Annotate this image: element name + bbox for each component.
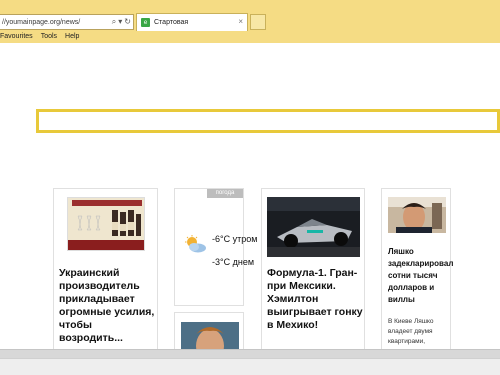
- news-description: В Киеве Ляшко владеет двумя квартирами,: [388, 318, 434, 345]
- weather-tag: погода: [207, 189, 243, 198]
- close-icon[interactable]: ×: [238, 17, 243, 26]
- menu-help[interactable]: Help: [65, 31, 79, 43]
- temperature-morning: -6°C утром: [212, 234, 258, 244]
- status-bar: [0, 358, 500, 375]
- menu-favourites[interactable]: Favourites: [0, 31, 33, 43]
- browser-chrome: //youmainpage.org/news/ ⌕ ▾ ↻ e Стартова…: [0, 0, 500, 43]
- new-tab-button[interactable]: [250, 14, 266, 30]
- news-title[interactable]: Украинский производитель прикладывает ог…: [59, 267, 157, 345]
- news-image: [388, 197, 446, 233]
- tab-favicon: e: [141, 18, 150, 27]
- news-card[interactable]: Формула-1. Гран-при Мексики. Хэмилтон вы…: [261, 188, 365, 358]
- dropdown-icon[interactable]: ▾: [118, 16, 122, 28]
- news-card[interactable]: Украинский производитель прикладывает ог…: [53, 188, 158, 358]
- news-title[interactable]: Ляшко задекларировал сотни тысяч долларо…: [388, 246, 453, 306]
- menu-bar: Favourites Tools Help: [0, 31, 500, 43]
- weather-widget[interactable]: погода -6°C утром -3°C днем: [174, 188, 257, 306]
- tab-title: Стартовая: [154, 19, 189, 26]
- partly-cloudy-icon: [185, 235, 206, 253]
- address-text[interactable]: //youmainpage.org/news/: [2, 19, 80, 26]
- news-image: [267, 197, 360, 257]
- horizontal-scrollbar[interactable]: [0, 349, 500, 358]
- temperature-day: -3°C днем: [212, 257, 255, 267]
- menu-tools[interactable]: Tools: [41, 31, 57, 43]
- news-title[interactable]: Формула-1. Гран-при Мексики. Хэмилтон вы…: [267, 267, 365, 332]
- address-buttons: ⌕ ▾ ↻: [111, 16, 131, 28]
- news-card[interactable]: Ляшко задекларировал сотни тысяч долларо…: [381, 188, 453, 358]
- news-image: [67, 197, 145, 251]
- tab-start[interactable]: e Стартовая ×: [136, 13, 248, 31]
- refresh-icon[interactable]: ↻: [124, 16, 131, 28]
- search-input[interactable]: [36, 109, 500, 133]
- search-icon[interactable]: ⌕: [112, 16, 116, 28]
- address-bar[interactable]: //youmainpage.org/news/ ⌕ ▾ ↻: [0, 14, 134, 30]
